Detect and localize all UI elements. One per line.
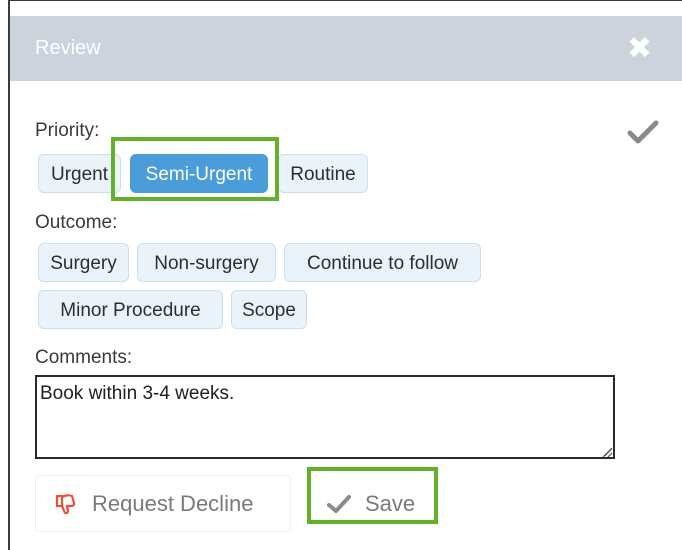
comments-textarea[interactable]: Book within 3-4 weeks.: [35, 375, 615, 459]
checkmark-icon: [627, 120, 659, 144]
priority-option-urgent[interactable]: Urgent: [38, 154, 121, 193]
comments-label: Comments:: [35, 347, 133, 368]
resize-grip-icon[interactable]: [601, 446, 613, 458]
thumbs-down-icon: [54, 492, 78, 516]
dialog-header: Review ✖: [10, 16, 682, 81]
outcome-option-minor-procedure[interactable]: Minor Procedure: [38, 290, 223, 329]
priority-option-routine[interactable]: Routine: [278, 154, 368, 193]
request-decline-button[interactable]: Request Decline: [35, 475, 291, 532]
highlight-box-save: [307, 467, 438, 524]
priority-label: Priority:: [35, 120, 100, 141]
request-decline-label: Request Decline: [92, 490, 254, 516]
dialog-body: Priority: Urgent Semi-Urgent Routine Out…: [10, 81, 682, 550]
window-border-top: [8, 0, 682, 1]
outcome-label: Outcome:: [35, 212, 118, 233]
outcome-option-non-surgery[interactable]: Non-surgery: [137, 243, 276, 282]
outcome-option-continue-to-follow[interactable]: Continue to follow: [284, 243, 481, 282]
outcome-option-surgery[interactable]: Surgery: [38, 243, 129, 282]
close-icon[interactable]: ✖: [627, 33, 652, 64]
highlight-box-priority: [111, 137, 279, 201]
outcome-option-scope[interactable]: Scope: [231, 290, 307, 329]
dialog-title: Review: [35, 37, 101, 59]
